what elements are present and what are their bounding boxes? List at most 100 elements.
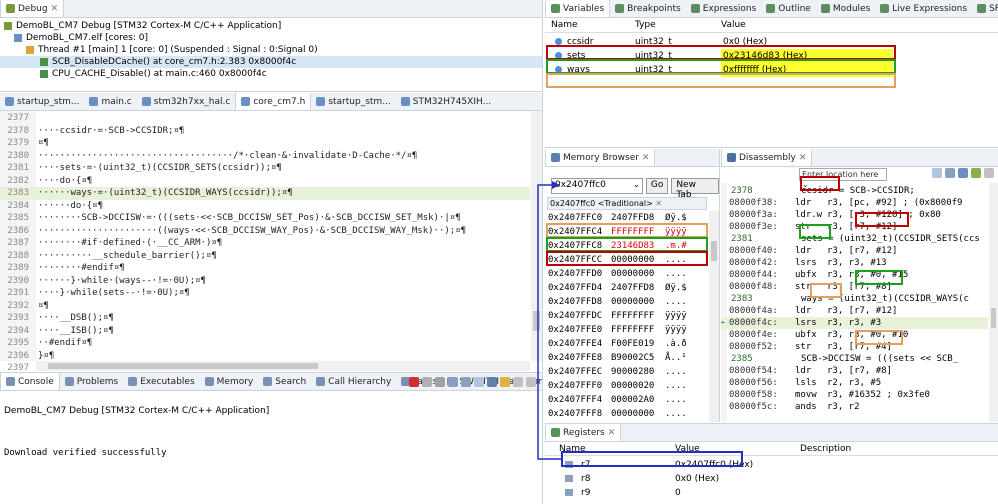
- go-button[interactable]: Go: [645, 178, 669, 194]
- memory-value[interactable]: 2407FFD8: [611, 281, 654, 295]
- code-line[interactable]: 2394 ····__ISB();¤¶: [0, 325, 530, 338]
- close-icon[interactable]: ✕: [655, 199, 662, 208]
- memory-value[interactable]: 00000000: [611, 295, 654, 309]
- editor-tab[interactable]: STM32H745XIH...: [396, 93, 496, 110]
- variable-row[interactable]: ways uint32_t 0xffffffff (Hex): [545, 63, 998, 77]
- memory-row[interactable]: 0x2407FFE0 FFFFFFFF ÿÿÿÿ: [547, 323, 707, 337]
- code-line[interactable]: 2379 ¤¶: [0, 137, 530, 150]
- code-line[interactable]: 2378 ····ccsidr·=·SCB->CCSIDR;¤¶: [0, 125, 530, 138]
- editor-hscroll-thumb[interactable]: [48, 363, 318, 369]
- remove-launch-icon[interactable]: [422, 377, 432, 387]
- memory-row[interactable]: 0x2407FFC4 FFFFFFFF ÿÿÿÿ: [547, 225, 707, 239]
- debug-tree-item[interactable]: CPU_CACHE_Disable() at main.c:460 0x8000…: [0, 68, 542, 80]
- code-line[interactable]: 2383 ······ways·=·(uint32_t)(CCSIDR_WAYS(…: [0, 187, 530, 200]
- memory-row[interactable]: 0x2407FFCC 00000000....: [547, 253, 707, 267]
- memory-value[interactable]: B90002C5: [611, 351, 654, 365]
- code-line[interactable]: 2393 ····__DSB();¤¶: [0, 312, 530, 325]
- debug-tree-item[interactable]: DemoBL_CM7 Debug [STM32 Cortex-M C/C++ A…: [0, 20, 542, 32]
- code-line[interactable]: 2395 ··#endif¤¶: [0, 337, 530, 350]
- code-line[interactable]: 2388 ··········__schedule_barrier();¤¶: [0, 250, 530, 263]
- editor-vscroll-thumb[interactable]: [533, 311, 540, 331]
- memory-row[interactable]: 0x2407FFD4 2407FFD8 Øÿ.$: [547, 281, 707, 295]
- disasm-row[interactable]: 08000f3e: str r3, [r7, #12]: [721, 221, 988, 233]
- disasm-row[interactable]: 08000f44: ubfx r3, r3, #0, #15: [721, 269, 988, 281]
- memory-value[interactable]: FFFFFFFF: [611, 323, 654, 337]
- debug-tree-item[interactable]: DemoBL_CM7.elf [cores: 0]: [0, 32, 542, 44]
- register-row[interactable]: r9 0: [545, 486, 998, 500]
- clear-console-icon[interactable]: [435, 377, 445, 387]
- variables-tab[interactable]: Modules: [816, 0, 875, 17]
- address-input[interactable]: 0x2407ffc0 ⌄: [551, 178, 643, 194]
- memory-value[interactable]: 00000000: [611, 407, 654, 421]
- memory-vscrollbar[interactable]: [709, 211, 719, 422]
- disasm-row[interactable]: 08000f56: lsls r2, r3, #5: [721, 377, 988, 389]
- minimize-icon[interactable]: [513, 377, 523, 387]
- disasm-row[interactable]: 08000f52: str r3, [r7, #4]: [721, 341, 988, 353]
- code-line[interactable]: 2384 ······do·{¤¶: [0, 200, 530, 213]
- disasm-row[interactable]: 08000f38: ldr r3, [pc, #92] ; (0x8000f9: [721, 197, 988, 209]
- new-console-icon[interactable]: [500, 377, 510, 387]
- disasm-row[interactable]: 08000f58: movw r3, #16352 ; 0x3fe0: [721, 389, 988, 401]
- code-line[interactable]: 2392 ¤¶: [0, 300, 530, 313]
- close-icon[interactable]: ✕: [642, 153, 650, 163]
- memory-row[interactable]: 0x2407FFD0 00000000....: [547, 267, 707, 281]
- disasm-vscrollbar[interactable]: [989, 183, 998, 422]
- debug-tree-item[interactable]: Thread #1 [main] 1 [core: 0] (Suspended …: [0, 44, 542, 56]
- variables-tab[interactable]: Breakpoints: [610, 0, 686, 17]
- disasm-row[interactable]: 2378 ccsidr = SCB->CCSIDR;: [721, 185, 988, 197]
- new-tab-button[interactable]: New Tab: [671, 178, 719, 200]
- code-line[interactable]: 2381 ····sets·=·(uint32_t)(CCSIDR_SETS(cc…: [0, 162, 530, 175]
- variable-row[interactable]: sets uint32_t 0x23146d83 (Hex): [545, 49, 998, 63]
- disasm-row[interactable]: 2381 sets = (uint32_t)(CCSIDR_SETS(ccs: [721, 233, 988, 245]
- variables-tab[interactable]: Expressions: [686, 0, 762, 17]
- console-tab[interactable]: Call Hierarchy: [311, 373, 396, 390]
- disasm-row[interactable]: 08000f40: ldr r3, [r7, #12]: [721, 245, 988, 257]
- memory-value[interactable]: 2407FFD8: [611, 211, 654, 225]
- chevron-down-icon[interactable]: ⌄: [633, 180, 640, 189]
- memory-vscroll-thumb[interactable]: [711, 241, 717, 261]
- tab-disassembly[interactable]: Disassembly ✕: [721, 149, 813, 166]
- variables-tab[interactable]: Variables: [545, 0, 611, 17]
- memory-row[interactable]: 0x2407FFEC 90000280....: [547, 365, 707, 379]
- memory-value[interactable]: FFFFFFFF: [611, 225, 654, 239]
- variables-tab[interactable]: Live Expressions: [875, 0, 972, 17]
- show-source-icon[interactable]: [958, 168, 968, 178]
- disasm-row[interactable]: 08000f42: lsrs r3, r3, #13: [721, 257, 988, 269]
- memory-row[interactable]: 0x2407FFC8 23146D83 .m.#: [547, 239, 707, 253]
- memory-value[interactable]: F00FE019: [611, 337, 654, 351]
- disasm-row[interactable]: 08000f54: ldr r3, [r7, #8]: [721, 365, 988, 377]
- disasm-row[interactable]: 08000f48: str r3, [r7, #8]: [721, 281, 988, 293]
- disasm-row[interactable]: 08000f4a: ldr r3, [r7, #12]: [721, 305, 988, 317]
- code-line[interactable]: 2385 ········SCB->DCCISW·=·(((sets·<<·SCB…: [0, 212, 530, 225]
- variable-row[interactable]: ccsidr uint32_t 0x0 (Hex): [545, 35, 998, 49]
- register-row[interactable]: r8 0x0 (Hex): [545, 472, 998, 486]
- variables-tab[interactable]: SFRs: [972, 0, 998, 17]
- memory-row[interactable]: 0x2407FFD8 00000000....: [547, 295, 707, 309]
- variable-value[interactable]: 0x23146d83 (Hex): [721, 49, 893, 63]
- code-line[interactable]: 2386 ······················((ways·<<·SCB_…: [0, 225, 530, 238]
- memory-row[interactable]: 0x2407FFC0 2407FFD8 Øÿ.$: [547, 211, 707, 225]
- memory-rendering-tab[interactable]: 0x2407ffc0 <Traditional> ✕: [547, 197, 707, 210]
- code-line[interactable]: 2382 ····do·{¤¶: [0, 175, 530, 188]
- editor-tab[interactable]: startup_stm...: [0, 93, 84, 110]
- variables-tab[interactable]: Outline: [761, 0, 816, 17]
- console-tab[interactable]: Problems: [60, 373, 123, 390]
- code-line[interactable]: 2380 ····································…: [0, 150, 530, 163]
- code-lines[interactable]: 2377 2378 ····ccsidr·=·SCB->CCSIDR;¤¶ 2379 ¤…: [0, 112, 530, 371]
- memory-row[interactable]: 0x2407FFF0 00000020....: [547, 379, 707, 393]
- memory-row[interactable]: 0x2407FFF8 00000000....: [547, 407, 707, 421]
- scroll-lock-icon[interactable]: [448, 377, 458, 387]
- console-tab[interactable]: Search: [258, 373, 311, 390]
- memory-value[interactable]: 00000000: [611, 267, 654, 281]
- memory-value[interactable]: FFFFFFFF: [611, 309, 654, 323]
- disasm-row[interactable]: 08000f5c: ands r3, r2: [721, 401, 988, 413]
- code-line[interactable]: 2390 ······}·while·(ways--·!=·0U);¤¶: [0, 275, 530, 288]
- editor-tab[interactable]: core_cm7.h: [235, 93, 312, 110]
- memory-value[interactable]: 00000000: [611, 253, 654, 267]
- view-menu-icon[interactable]: [984, 168, 994, 178]
- disasm-row[interactable]: ➡ 08000f4c: lsrs r3, r3, #3: [721, 317, 988, 329]
- memory-row[interactable]: 0x2407FFE8 B90002C5 Å..¹: [547, 351, 707, 365]
- console-tab[interactable]: Memory: [200, 373, 259, 390]
- memory-value[interactable]: 23146D83: [611, 239, 654, 253]
- memory-value[interactable]: 000002A0: [611, 393, 654, 407]
